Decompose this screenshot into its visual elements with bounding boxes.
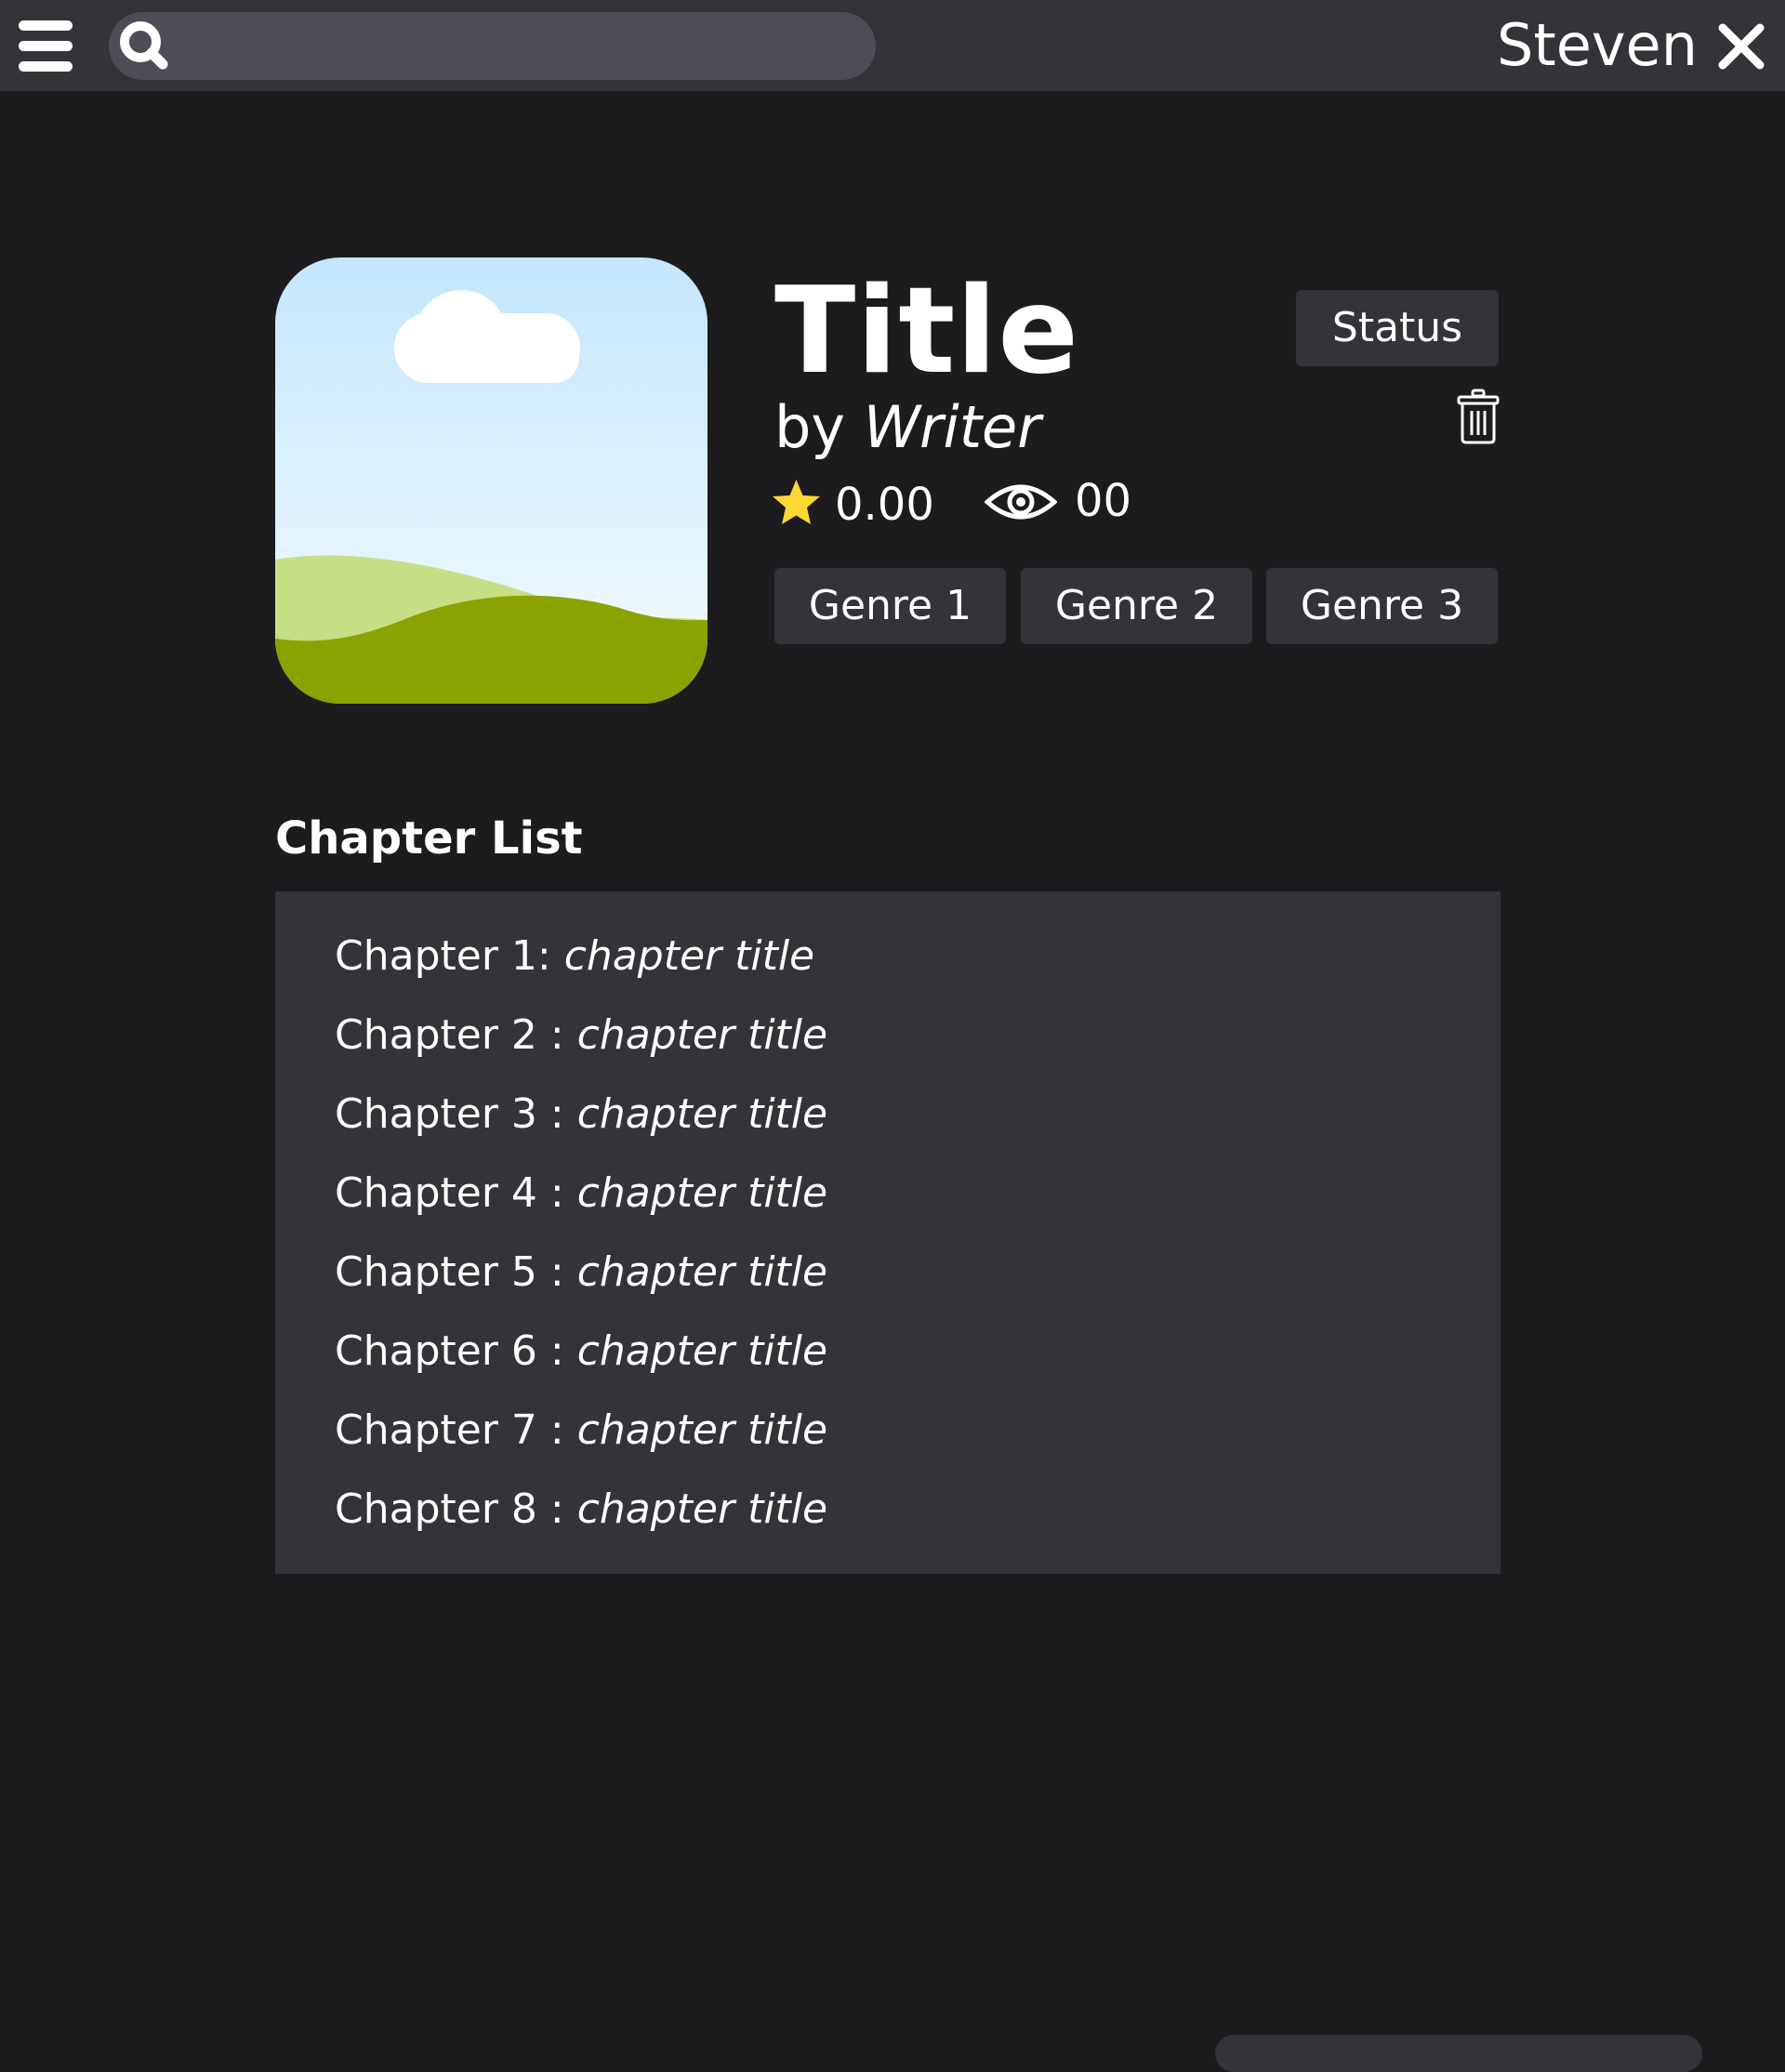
chapter-title: chapter title [576,1485,828,1533]
menu-line [19,61,73,72]
eye-icon [985,484,1057,520]
chapter-list-heading: Chapter List [275,812,583,864]
chapter-item[interactable]: Chapter 4 : chapter title [335,1161,827,1226]
chapter-number: Chapter 2 : [335,1011,577,1059]
genre-tag[interactable]: Genre 3 [1266,568,1498,644]
rating-value: 0.00 [835,479,934,531]
chapter-title: chapter title [576,1327,828,1375]
close-icon[interactable] [1717,22,1765,71]
writer-name[interactable]: Writer [864,393,1041,461]
cover-image [275,257,707,704]
search-bar[interactable] [109,12,876,80]
status-button[interactable]: Status [1296,290,1499,366]
chapter-item[interactable]: Chapter 2 : chapter title [335,1003,827,1068]
menu-line [19,20,73,31]
chapter-title: chapter title [576,1011,828,1059]
search-icon [120,21,168,70]
chapter-title: chapter title [576,1406,828,1454]
star-icon [773,480,820,524]
chapter-number: Chapter 1: [335,932,564,980]
image-placeholder-icon [275,257,707,704]
chapter-item[interactable]: Chapter 3 : chapter title [335,1082,827,1147]
chapter-title: chapter title [576,1090,828,1138]
chapter-title: chapter title [576,1169,828,1217]
chapter-number: Chapter 5 : [335,1248,577,1296]
chapter-item[interactable]: Chapter 8 : chapter title [335,1477,827,1542]
user-name[interactable]: Steven [1497,9,1698,82]
chapter-number: Chapter 4 : [335,1169,577,1217]
top-bar: Steven [0,0,1785,91]
chapter-number: Chapter 7 : [335,1406,577,1454]
bottom-bar [1215,2035,1702,2072]
chapter-title: chapter title [563,932,815,980]
author-byline: by Writer [774,390,1041,465]
menu-line [19,41,73,51]
chapter-list: Chapter 1: chapter title Chapter 2 : cha… [275,891,1501,1574]
trash-icon[interactable] [1456,389,1501,444]
view-count: 00 [1075,475,1132,527]
by-label: by [774,393,846,461]
search-input[interactable] [187,21,860,72]
chapter-number: Chapter 3 : [335,1090,577,1138]
chapter-item[interactable]: Chapter 1: chapter title [335,924,814,989]
chapter-title: chapter title [576,1248,828,1296]
chapter-item[interactable]: Chapter 6 : chapter title [335,1319,827,1384]
chapter-number: Chapter 6 : [335,1327,577,1375]
genre-tag[interactable]: Genre 1 [774,568,1006,644]
book-title: Title [774,262,1080,401]
chapter-item[interactable]: Chapter 5 : chapter title [335,1240,827,1305]
chapter-number: Chapter 8 : [335,1485,577,1533]
chapter-item[interactable]: Chapter 7 : chapter title [335,1398,827,1463]
genre-tag[interactable]: Genre 2 [1021,568,1252,644]
hamburger-menu-icon[interactable] [19,19,74,74]
